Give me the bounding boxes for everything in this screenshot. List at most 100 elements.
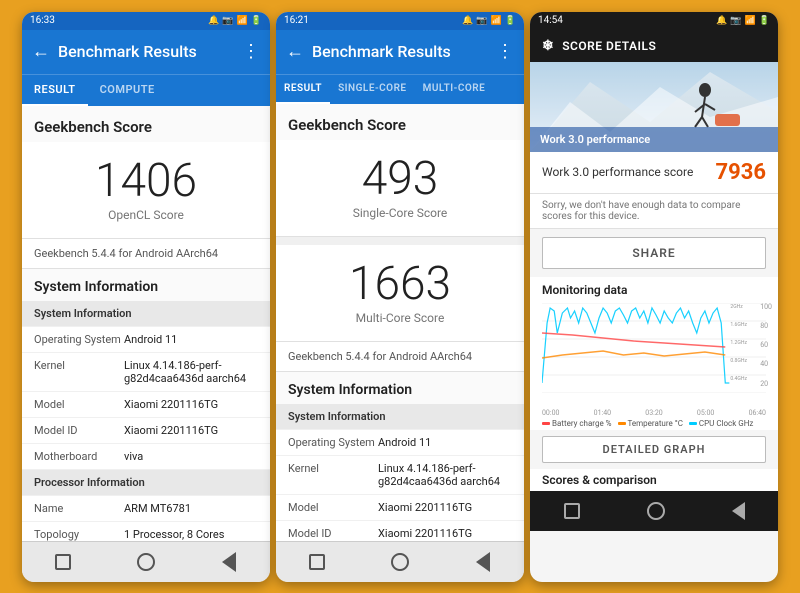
phone1-app-title: Benchmark Results (58, 42, 234, 61)
phone1-cam-icon: 📷 (222, 16, 233, 26)
phone2-tab-result[interactable]: RESULT (276, 75, 330, 104)
phone3-chart-container: 100 80 60 40 20 2GHz 1.6GHz 1.2GHz 0.8GH… (530, 299, 778, 409)
phone3-legend-temp-dot (618, 422, 626, 425)
phone1-score-value: 1406 (95, 158, 197, 204)
phone2-geekbench-title: Geekbench Score (276, 104, 524, 140)
phone3-legend-cpu: CPU Clock GHz (689, 419, 754, 428)
phone2-kernel-label: Kernel (288, 462, 378, 488)
phone3-wifi-icon: 📶 (745, 16, 756, 26)
phone1-kernel-value: Linux 4.14.186-perf-g82d4caa6436d aarch6… (124, 359, 258, 385)
phone1-tab-compute[interactable]: COMPUTE (88, 75, 167, 106)
phone2-nav-bar (276, 541, 524, 582)
phone3-cam-icon: 📷 (730, 16, 741, 26)
phone2-tab-singlecore[interactable]: SINGLE-CORE (330, 75, 415, 104)
phone1-nav-bar (22, 541, 270, 582)
phone3-compare-note: Sorry, we don't have enough data to comp… (530, 194, 778, 229)
phone3-hero-overlay: Work 3.0 performance (530, 127, 778, 152)
phone2-battery-icon: 🔋 (505, 16, 516, 26)
phone2-nav-square[interactable] (305, 550, 329, 574)
phone1-more-icon[interactable]: ⋮ (242, 41, 260, 62)
phone2-row-kernel: Kernel Linux 4.14.186-perf-g82d4caa6436d… (276, 456, 524, 495)
phone2-row-model: Model Xiaomi 2201116TG (276, 495, 524, 521)
phone1-time: 16:33 (30, 15, 55, 26)
phone2-os-label: Operating System (288, 436, 378, 449)
phone-2: 16:21 🔔 📷 📶 🔋 ← Benchmark Results ⋮ RESU… (276, 12, 524, 582)
phone1-nav-triangle[interactable] (217, 550, 241, 574)
phone1-tabs: RESULT COMPUTE (22, 74, 270, 106)
phone3-snowflake-icon: ❄ (542, 38, 554, 54)
phone-1: 16:33 🔔 📷 📶 🔋 ← Benchmark Results ⋮ RESU… (22, 12, 270, 582)
phone3-share-button[interactable]: SHARE (542, 237, 766, 269)
phone1-modelid-value: Xiaomi 2201116TG (124, 424, 258, 437)
phone2-score1-label: Single-Core Score (353, 206, 448, 220)
phone3-nav-square[interactable] (564, 503, 580, 519)
phone1-model-label: Model (34, 398, 124, 411)
phone3-y-60: 60 (760, 341, 772, 349)
phone3-x-2: 03:20 (645, 409, 662, 417)
phone1-sysinfo-header-label: System Information (34, 307, 132, 320)
phone3-y-100: 100 (760, 303, 772, 311)
svg-text:1.6GHz: 1.6GHz (730, 322, 747, 328)
phone3-nav-triangle[interactable] (732, 502, 745, 520)
phone1-topology-label: Topology (34, 528, 124, 541)
phone2-wifi-icon: 📶 (491, 16, 502, 26)
phone2-modelid-label: Model ID (288, 527, 378, 540)
phone1-geekbench-title: Geekbench Score (22, 106, 270, 142)
phone3-time: 14:54 (538, 15, 563, 26)
phone3-battery-icon: 🔋 (759, 16, 770, 26)
phone2-app-title: Benchmark Results (312, 42, 488, 61)
phone2-notif-icon: 🔔 (462, 16, 473, 26)
phone3-monitoring-title: Monitoring data (530, 277, 778, 299)
phone1-sysinfo-title: System Information (22, 269, 270, 301)
phone3-work-score-row: Work 3.0 performance score 7936 (530, 152, 778, 194)
phone2-nav-circle[interactable] (388, 550, 412, 574)
phone1-model-value: Xiaomi 2201116TG (124, 398, 258, 411)
phone2-nav-triangle[interactable] (471, 550, 495, 574)
phone1-score-label: OpenCL Score (108, 208, 184, 222)
phone1-status-icons: 🔔 📷 📶 🔋 (208, 16, 262, 26)
phone1-back-arrow[interactable]: ← (32, 41, 50, 62)
phone2-os-value: Android 11 (378, 436, 512, 449)
phone2-back-arrow[interactable]: ← (286, 41, 304, 62)
phone1-battery-icon: 🔋 (251, 16, 262, 26)
phone3-detailed-graph-button[interactable]: DETAILED GRAPH (542, 436, 766, 463)
phone1-notif-icon: 🔔 (208, 16, 219, 26)
phone3-x-4: 06:40 (749, 409, 766, 417)
phone2-tab-multicore[interactable]: MULTI-CORE (415, 75, 494, 104)
phone1-os-value: Android 11 (124, 333, 258, 346)
phone1-row-motherboard: Motherboard viva (22, 444, 270, 470)
svg-text:0.4GHz: 0.4GHz (730, 376, 747, 382)
phone2-score2-label: Multi-Core Score (356, 311, 445, 325)
phone2-bench-note: Geekbench 5.4.4 for Android AArch64 (276, 342, 524, 372)
phone3-score-details-bar: ❄ SCORE DETAILS (530, 30, 778, 62)
phone3-nav-circle[interactable] (647, 502, 665, 520)
phone3-legend-temp-label: Temperature °C (628, 419, 683, 428)
phone2-info-table: System Information Operating System Andr… (276, 404, 524, 541)
phone2-row-os: Operating System Android 11 (276, 430, 524, 456)
phone1-name-value: ARM MT6781 (124, 502, 258, 515)
svg-text:1.2GHz: 1.2GHz (730, 340, 747, 346)
phone3-chart-svg: 2GHz 1.6GHz 1.2GHz 0.8GHz 0.4GHz (542, 303, 766, 393)
phone3-x-3: 05:00 (697, 409, 714, 417)
phone3-hero-image: Work 3.0 performance (530, 62, 778, 152)
phone1-app-bar: ← Benchmark Results ⋮ (22, 30, 270, 74)
phone3-score-details-title: SCORE DETAILS (562, 39, 656, 53)
phone3-y-20: 20 (760, 380, 772, 388)
phone2-time: 16:21 (284, 15, 309, 26)
phone2-score-divider (276, 237, 524, 245)
svg-text:2GHz: 2GHz (730, 304, 743, 310)
phone3-chart-y-labels: 100 80 60 40 20 (760, 303, 772, 388)
phone1-tab-result[interactable]: RESULT (22, 75, 88, 106)
phone2-cam-icon: 📷 (476, 16, 487, 26)
phone1-bench-note: Geekbench 5.4.4 for Android AArch64 (22, 239, 270, 269)
phone1-row-modelid: Model ID Xiaomi 2201116TG (22, 418, 270, 444)
phone1-nav-square[interactable] (51, 550, 75, 574)
phone3-legend-temp: Temperature °C (618, 419, 683, 428)
phone2-sysinfo-header-row: System Information (276, 404, 524, 430)
phone3-y-80: 80 (760, 322, 772, 330)
phone3-scores-comparison-title: Scores & comparison (530, 469, 778, 491)
phone2-more-icon[interactable]: ⋮ (496, 41, 514, 62)
phone1-nav-circle[interactable] (134, 550, 158, 574)
phone1-score-box: 1406 OpenCL Score (22, 142, 270, 239)
phone1-name-label: Name (34, 502, 124, 515)
